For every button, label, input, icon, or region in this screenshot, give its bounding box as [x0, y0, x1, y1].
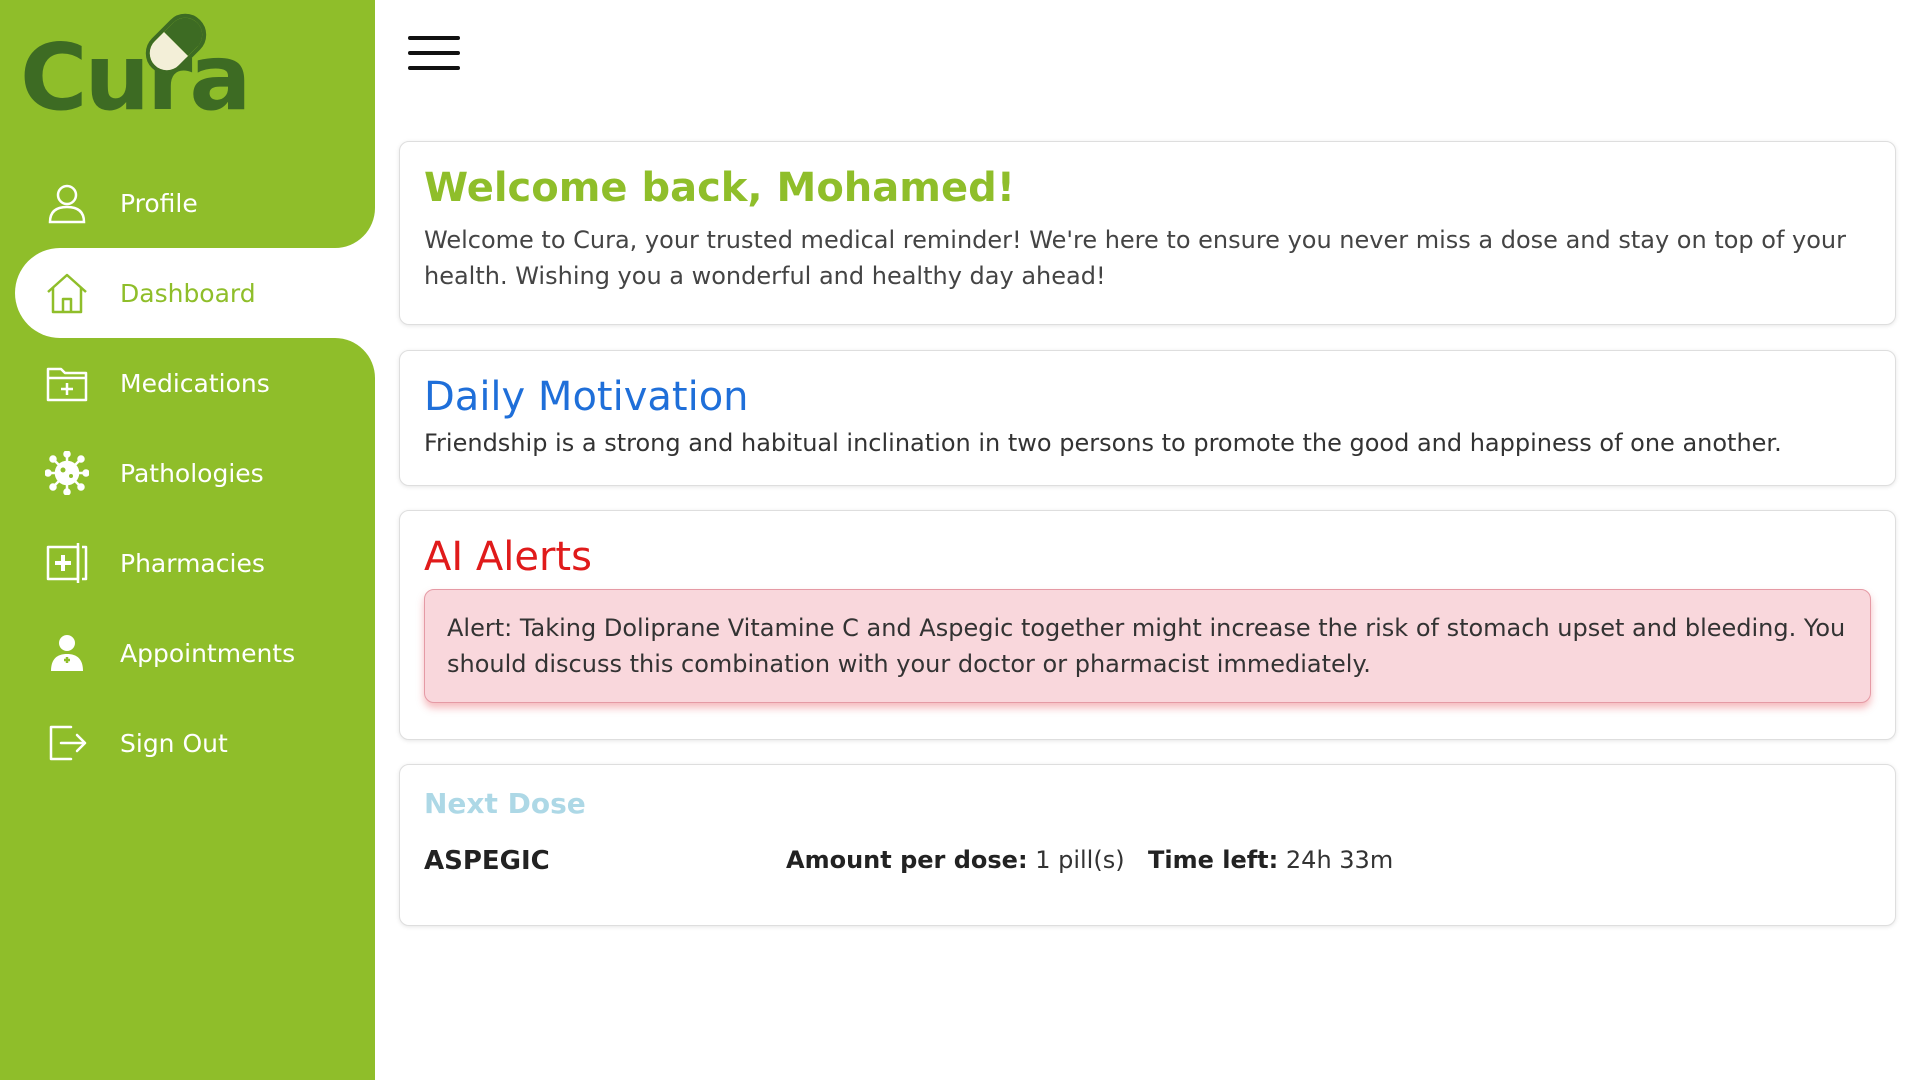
next-dose-title: Next Dose — [424, 787, 586, 820]
next-dose-card: Next Dose ASPEGIC Amount per dose: 1 pil… — [399, 764, 1896, 926]
folder-plus-icon — [44, 360, 90, 406]
doctor-icon — [44, 630, 90, 676]
medication-name: ASPEGIC — [424, 846, 550, 876]
time-left-value: 24h 33m — [1285, 846, 1394, 874]
sidebar-item-pharmacies[interactable]: Pharmacies — [0, 518, 375, 608]
sidebar-item-dashboard[interactable]: Dashboard — [15, 248, 375, 338]
welcome-text: Welcome to Cura, your trusted medical re… — [424, 226, 1847, 290]
sidebar-item-label: Pathologies — [120, 458, 264, 488]
sidebar-item-appointments[interactable]: Appointments — [0, 608, 375, 698]
dose-row: ASPEGIC Amount per dose: 1 pill(s) Time … — [424, 846, 1871, 886]
sidebar-item-label: Dashboard — [120, 278, 256, 308]
ai-alerts-card: AI Alerts Alert: Taking Doliprane Vitami… — [399, 510, 1896, 740]
welcome-card: Welcome back, Mohamed! Welcome to Cura, … — [399, 141, 1896, 325]
cura-logo[interactable]: Cura — [20, 5, 251, 124]
user-icon — [44, 180, 90, 226]
motivation-quote: Friendship is a strong and habitual incl… — [424, 429, 1782, 457]
sidebar-item-sign-out[interactable]: Sign Out — [0, 698, 375, 788]
sign-out-icon — [44, 720, 90, 766]
pharmacy-icon — [44, 540, 90, 586]
time-left: Time left: 24h 33m — [1148, 846, 1393, 874]
welcome-title: Welcome back, Mohamed! — [424, 165, 1015, 211]
sidebar-item-profile[interactable]: Profile — [0, 158, 375, 248]
sidebar-item-medications[interactable]: Medications — [0, 338, 375, 428]
sidebar-item-label: Sign Out — [120, 728, 228, 758]
alert-box: Alert: Taking Doliprane Vitamine C and A… — [424, 589, 1871, 703]
motivation-title: Daily Motivation — [424, 374, 749, 420]
amount-label: Amount per dose: — [786, 846, 1028, 874]
alerts-title: AI Alerts — [424, 534, 592, 580]
sidebar-item-label: Appointments — [120, 638, 296, 668]
logo-text: Cura — [20, 24, 251, 131]
motivation-card: Daily Motivation Friendship is a strong … — [399, 350, 1896, 486]
time-left-label: Time left: — [1148, 846, 1279, 874]
amount-per-dose: Amount per dose: 1 pill(s) — [786, 846, 1125, 874]
sidebar: Cura Profile Dashboard Medications Patho… — [0, 0, 375, 1080]
virus-icon — [44, 450, 90, 496]
alert-message: Alert: Taking Doliprane Vitamine C and A… — [447, 614, 1846, 678]
sidebar-item-pathologies[interactable]: Pathologies — [0, 428, 375, 518]
sidebar-item-label: Pharmacies — [120, 548, 265, 578]
sidebar-nav: Profile Dashboard Medications Pathologie… — [0, 158, 375, 788]
hamburger-icon[interactable] — [408, 36, 460, 70]
sidebar-item-label: Profile — [120, 188, 198, 218]
amount-value: 1 pill(s) — [1035, 846, 1125, 874]
home-icon — [44, 270, 90, 316]
sidebar-item-label: Medications — [120, 368, 270, 398]
